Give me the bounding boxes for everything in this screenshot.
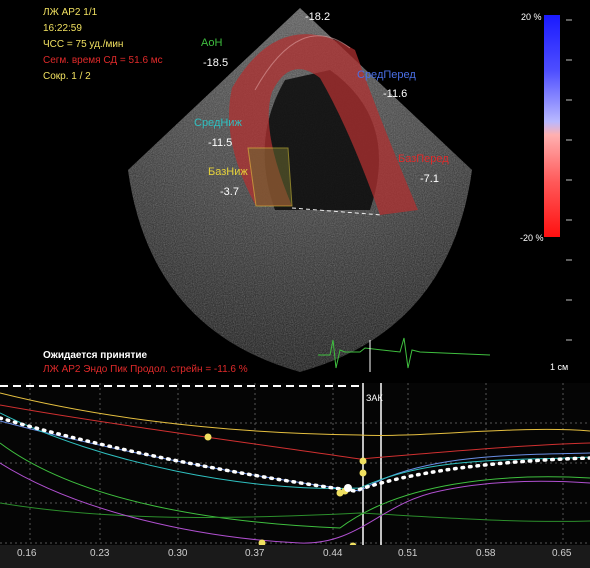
status-awaiting: Ожидается принятие — [43, 350, 148, 361]
x-tick-label: 0.51 — [398, 548, 418, 559]
depth-scale — [566, 19, 572, 341]
segment-label-basal-anterior: БазПеред — [398, 153, 449, 165]
x-tick-label: 0.23 — [90, 548, 110, 559]
segment-value-basal-anterior: -7.1 — [420, 173, 439, 185]
echo-image[interactable] — [0, 0, 590, 380]
strain-curve-graph[interactable] — [0, 383, 590, 568]
scale-label: 1 см — [550, 362, 569, 372]
segment-value-mid-anterior: -11.6 — [383, 88, 408, 100]
x-tick-label: 0.65 — [552, 548, 572, 559]
avc-marker-label: ЗАК — [366, 393, 383, 403]
x-tick-label: 0.44 — [323, 548, 343, 559]
x-tick-label: 0.30 — [168, 548, 188, 559]
segment-value-mid-inferior: -11.5 — [208, 137, 233, 149]
strain-colorbar — [544, 15, 560, 237]
segment-value-basal-inferior: -3.7 — [220, 186, 239, 198]
status-metric: ЛЖ AP2 Эндо Пик Продол. стрейн = -11.6 % — [43, 364, 248, 375]
segment-label-mid-anterior: СредПеред — [357, 69, 416, 81]
colorbar-top-label: 20 % — [521, 12, 542, 22]
segment-label-basal-inferior: БазНиж — [208, 166, 248, 178]
colorbar-bottom-label: -20 % — [520, 233, 544, 243]
segment-value-apex: -18.2 — [305, 11, 331, 23]
segment-label-mid-inferior: СредНиж — [194, 117, 242, 129]
segment-label-aon: АоН — [201, 37, 223, 49]
x-tick-label: 0.58 — [476, 548, 496, 559]
segment-value-aon: -18.5 — [203, 57, 229, 69]
x-tick-label: 0.37 — [245, 548, 265, 559]
x-tick-label: 0.16 — [17, 548, 37, 559]
